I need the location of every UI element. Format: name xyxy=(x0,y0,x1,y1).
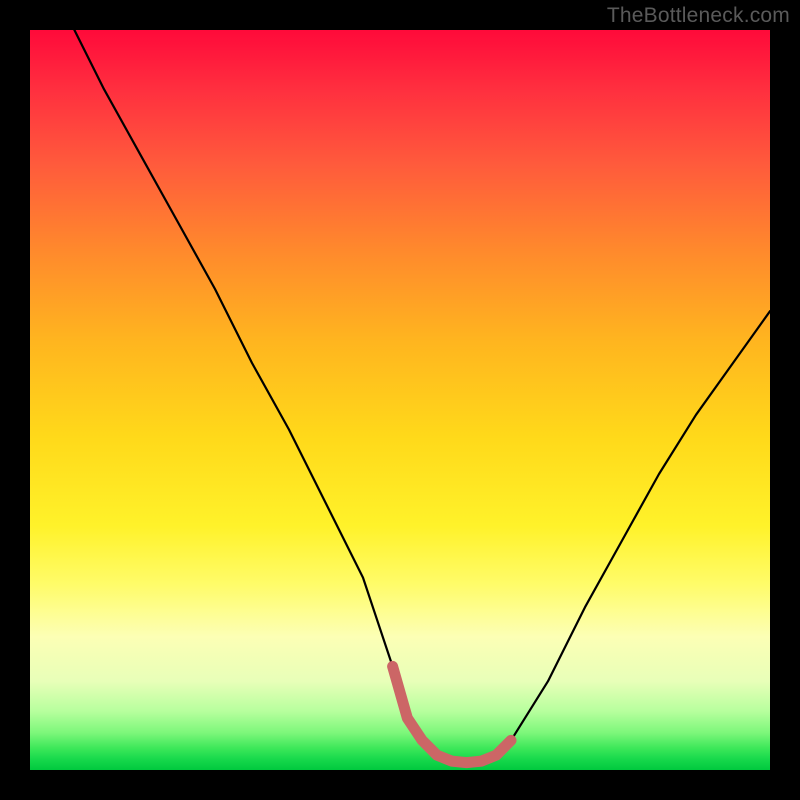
optimal-band-path xyxy=(393,666,511,762)
watermark-label: TheBottleneck.com xyxy=(607,4,790,28)
chart-frame: TheBottleneck.com xyxy=(0,0,800,800)
bottleneck-curve-path xyxy=(74,30,770,763)
curve-layer xyxy=(30,30,770,770)
plot-area xyxy=(30,30,770,770)
